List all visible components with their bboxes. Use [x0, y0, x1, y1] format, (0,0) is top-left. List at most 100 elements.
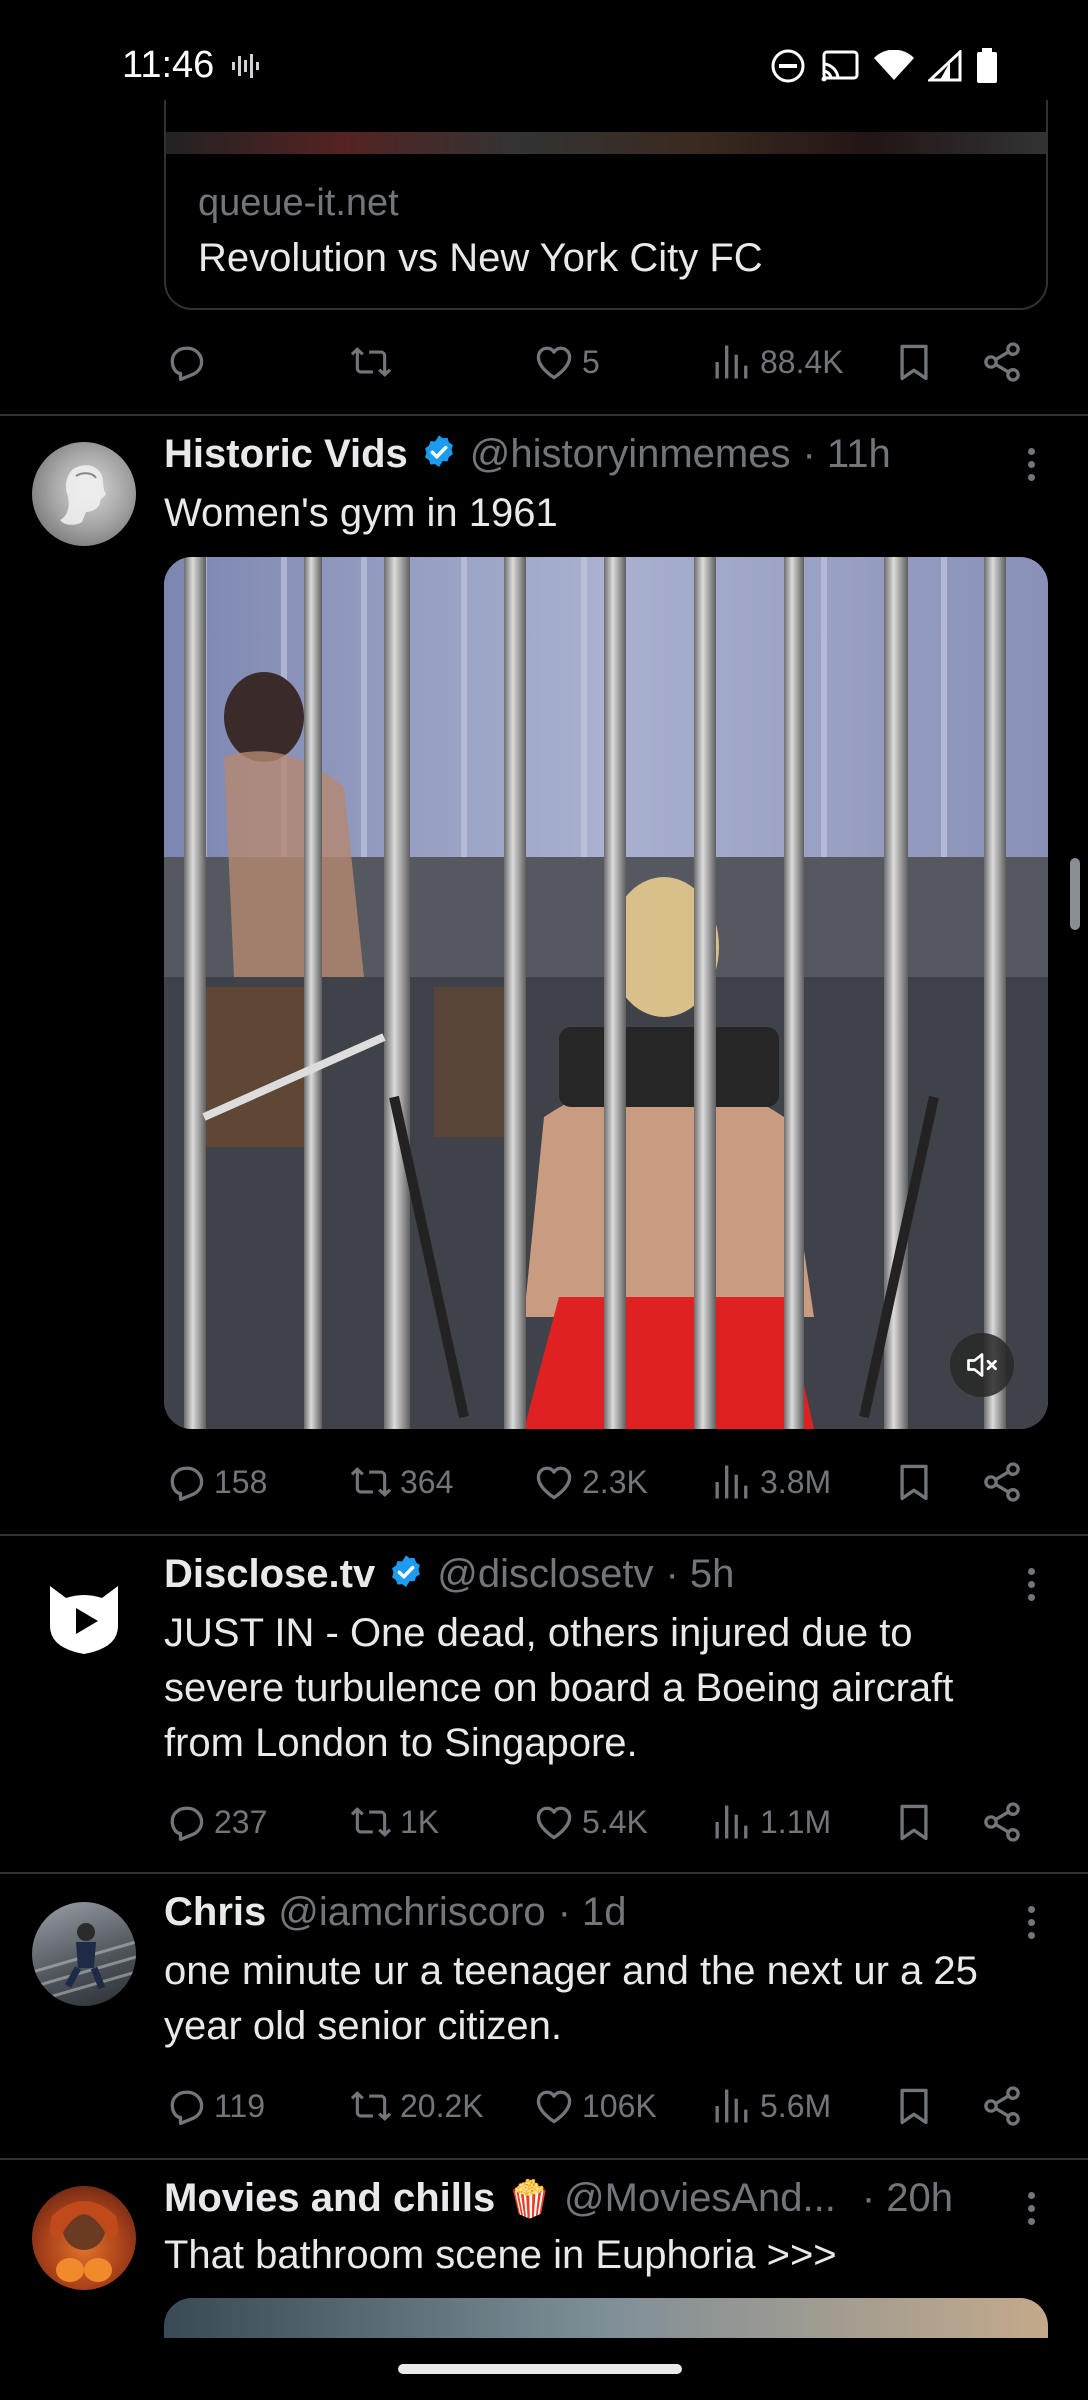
views-count: 5.6M	[760, 2087, 832, 2124]
like-button[interactable]: 106K	[532, 2084, 657, 2128]
more-options-icon[interactable]	[1028, 1906, 1038, 1939]
more-options-icon[interactable]	[1028, 1568, 1038, 1601]
action-bar: 119 20.2K 106K 5.6M	[164, 2076, 1034, 2136]
bookmark-button[interactable]	[892, 2084, 936, 2128]
tweet-divider	[0, 2158, 1088, 2160]
author-handle[interactable]: @MoviesAnd...	[564, 2176, 836, 2221]
tweet-divider	[0, 414, 1088, 416]
like-count: 5	[582, 343, 600, 380]
share-button[interactable]	[980, 340, 1024, 384]
like-button[interactable]: 5	[532, 340, 600, 384]
popcorn-emoji-icon: 🍿	[507, 2177, 553, 2219]
tweet-text-line: from London to Singapore.	[164, 1721, 638, 1765]
views-icon	[715, 1465, 748, 1499]
repost-count: 364	[400, 1463, 454, 1500]
reply-icon	[170, 2090, 204, 2126]
author-name[interactable]: Disclose.tv	[164, 1552, 375, 1597]
avatar[interactable]	[32, 1902, 136, 2006]
author-name[interactable]: Historic Vids	[164, 432, 408, 477]
reply-button[interactable]: 158	[164, 1460, 267, 1504]
bookmark-icon	[900, 1464, 928, 1501]
author-handle[interactable]: @iamchriscoro	[278, 1890, 545, 1935]
tweet-time: · 11h	[802, 432, 891, 476]
views-count: 88.4K	[760, 343, 844, 380]
tweet-text-line: one minute ur a teenager and the next ur…	[164, 1949, 978, 1993]
share-icon	[984, 342, 1020, 382]
bookmark-button[interactable]	[892, 1800, 936, 1844]
heart-icon	[536, 2090, 572, 2124]
repost-button[interactable]: 1K	[348, 1800, 439, 1844]
like-count: 5.4K	[582, 1803, 648, 1840]
reply-button[interactable]: 119	[164, 2084, 265, 2128]
views-count: 1.1M	[760, 1803, 832, 1840]
bookmark-icon	[900, 2088, 928, 2125]
tweet-video[interactable]	[164, 557, 1048, 1429]
like-button[interactable]: 5.4K	[532, 1800, 648, 1844]
views-button[interactable]: 88.4K	[710, 340, 844, 384]
tweet-text-line: year old senior citizen.	[164, 2004, 562, 2048]
share-icon	[984, 1462, 1020, 1502]
reply-count: 119	[214, 2087, 266, 2124]
repost-button[interactable]: 20.2K	[348, 2084, 484, 2128]
repost-icon	[350, 1467, 392, 1497]
share-icon	[984, 1802, 1020, 1842]
like-count: 2.3K	[582, 1463, 648, 1500]
cast-icon	[820, 49, 860, 88]
heart-icon	[536, 1466, 572, 1500]
repost-count: 1K	[400, 1803, 440, 1840]
views-button[interactable]: 1.1M	[710, 1800, 831, 1844]
tweet-text: JUST IN - One dead, others injured due t…	[164, 1606, 953, 1771]
tweet-text: one minute ur a teenager and the next ur…	[164, 1944, 978, 2054]
heart-icon	[536, 1806, 572, 1840]
share-button[interactable]	[980, 1800, 1024, 1844]
views-button[interactable]: 3.8M	[710, 1460, 831, 1504]
gesture-nav-handle[interactable]	[398, 2364, 682, 2374]
share-button[interactable]	[980, 2084, 1024, 2128]
like-count: 106K	[582, 2087, 657, 2124]
tweet-media-image[interactable]	[164, 2298, 1048, 2338]
more-options-icon[interactable]	[1028, 448, 1038, 481]
more-options-icon[interactable]	[1028, 2192, 1038, 2225]
tweet-divider	[0, 1534, 1088, 1536]
tweet-text: Women's gym in 1961	[164, 491, 558, 535]
views-icon	[715, 1805, 748, 1839]
share-button[interactable]	[980, 1460, 1024, 1504]
muted-speaker-icon	[967, 1353, 997, 1377]
reply-icon	[170, 1466, 204, 1502]
bookmark-button[interactable]	[892, 340, 936, 384]
verified-badge-icon	[420, 433, 458, 476]
repost-button[interactable]: 364	[348, 1460, 453, 1504]
avatar[interactable]	[32, 442, 136, 546]
tweet-text-line: JUST IN - One dead, others injured due t…	[164, 1611, 913, 1655]
reply-button[interactable]	[164, 340, 214, 384]
link-card-domain: queue-it.net	[198, 182, 399, 224]
link-card[interactable]: queue-it.net Revolution vs New York City…	[164, 100, 1048, 310]
avatar[interactable]	[32, 1564, 136, 1668]
tweet-time: · 20h	[861, 2176, 954, 2220]
author-name[interactable]: Movies and chills	[164, 2176, 495, 2221]
bookmark-icon	[900, 344, 928, 381]
mute-button[interactable]	[950, 1333, 1014, 1397]
views-button[interactable]: 5.6M	[710, 2084, 831, 2128]
reply-icon	[170, 1806, 204, 1842]
reply-button[interactable]: 237	[164, 1800, 267, 1844]
share-icon	[984, 2086, 1020, 2126]
reply-icon	[170, 346, 204, 382]
bookmark-button[interactable]	[892, 1460, 936, 1504]
bookmark-icon	[900, 1804, 928, 1841]
like-button[interactable]: 2.3K	[532, 1460, 648, 1504]
author-handle[interactable]: @disclosetv	[437, 1552, 653, 1597]
signal-icon	[926, 48, 962, 87]
action-bar: 158 364 2.3K 3.8M	[164, 1452, 1034, 1512]
wifi-icon	[874, 49, 914, 87]
voicemail-wave-icon	[230, 52, 260, 85]
scrollbar[interactable]	[1070, 858, 1080, 930]
repost-icon	[350, 2091, 392, 2121]
avatar[interactable]	[32, 2186, 136, 2290]
repost-button[interactable]	[348, 340, 394, 384]
author-handle[interactable]: @historyinmemes	[470, 432, 791, 477]
views-icon	[715, 2089, 748, 2123]
tweet-divider	[0, 1872, 1088, 1874]
author-name[interactable]: Chris	[164, 1890, 266, 1935]
heart-icon	[536, 346, 572, 380]
